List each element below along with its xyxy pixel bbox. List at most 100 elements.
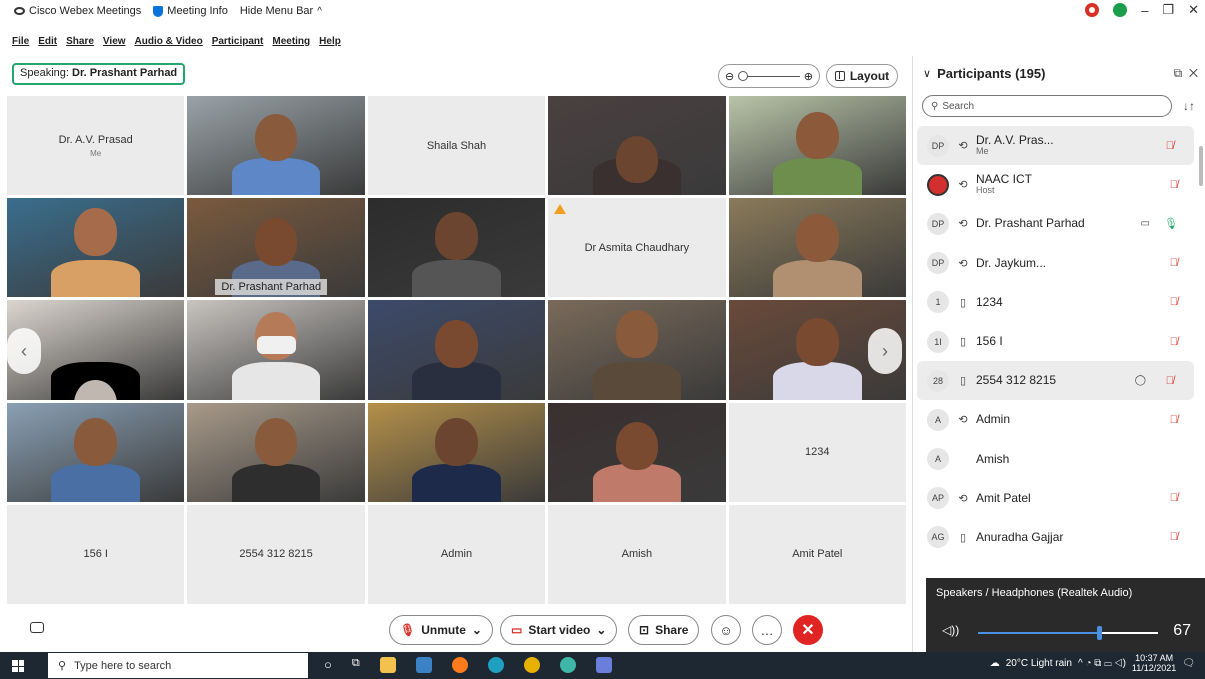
- participant-row[interactable]: 28 ▯ 2554 312 8215 ◯ 🎙̸: [917, 361, 1194, 401]
- menu-edit[interactable]: Edit: [38, 36, 57, 52]
- participant-row[interactable]: 1I ▯ 156 I 🎙̸: [913, 322, 1198, 361]
- minimize-icon[interactable]: –: [1141, 3, 1148, 18]
- unmuted-mic-icon[interactable]: 🎙: [1164, 217, 1178, 230]
- video-tile[interactable]: [728, 96, 906, 196]
- menu-file[interactable]: File: [12, 36, 29, 52]
- volume-slider[interactable]: [978, 626, 1158, 640]
- weather-text[interactable]: 20°C Light rain: [1006, 658, 1072, 669]
- panel-scrollbar[interactable]: [1199, 146, 1203, 186]
- video-tile[interactable]: [7, 198, 185, 298]
- video-tile[interactable]: Amish: [548, 504, 726, 604]
- video-tile[interactable]: [728, 198, 906, 298]
- muted-mic-icon[interactable]: 🎙̸: [1170, 492, 1178, 504]
- more-options-button[interactable]: …: [752, 615, 782, 645]
- edge-icon[interactable]: [487, 657, 504, 673]
- layout-button[interactable]: Layout: [826, 64, 898, 88]
- participant-row[interactable]: DP ⟲ Dr. Jaykum... 🎙̸: [913, 244, 1198, 283]
- tray-icons[interactable]: ^ ◔ ⧉ ▭ ◁): [1078, 658, 1126, 669]
- zoom-slider[interactable]: ⊖ ⊕: [718, 64, 820, 88]
- video-tile[interactable]: [367, 300, 546, 400]
- network-status-icon[interactable]: [1113, 3, 1128, 17]
- participant-row[interactable]: DP ⟲ Dr. Prashant Parhad ▭ 🎙: [913, 204, 1198, 243]
- participant-row[interactable]: AP ⟲ Amit Patel 🎙̸: [913, 479, 1198, 518]
- clock[interactable]: 10:37 AM 11/12/2021: [1132, 653, 1176, 674]
- menu-participant[interactable]: Participant: [212, 36, 264, 52]
- photos-icon[interactable]: [595, 657, 612, 673]
- unmute-button[interactable]: 🎙 Unmute ⌄: [389, 615, 493, 645]
- video-tile[interactable]: [7, 402, 185, 502]
- participant-row[interactable]: ⟲ NAAC ICT Host 🎙̸: [913, 165, 1198, 204]
- chevron-left-icon: ‹: [21, 340, 27, 361]
- share-button[interactable]: ⊡ Share: [628, 615, 700, 645]
- recording-icon[interactable]: [1085, 3, 1100, 17]
- participant-row[interactable]: 1 ▯ 1234 🎙̸: [913, 283, 1198, 322]
- video-tile[interactable]: [548, 402, 726, 502]
- chat-icon[interactable]: ◯: [1135, 375, 1146, 386]
- participant-row[interactable]: DP ⟲ Dr. A.V. Pras... Me 🎙̸: [917, 126, 1194, 166]
- video-tile[interactable]: Shaila Shah: [367, 96, 546, 196]
- participant-row[interactable]: A Amish: [913, 440, 1198, 479]
- zoom-in-icon[interactable]: ⊕: [804, 70, 813, 83]
- participant-row[interactable]: A ⟲ Admin 🎙̸: [913, 400, 1198, 439]
- video-tile[interactable]: 1234: [728, 402, 906, 502]
- video-tile[interactable]: [187, 402, 365, 502]
- menu-meeting[interactable]: Meeting: [272, 36, 310, 52]
- next-page-arrow[interactable]: ›: [868, 328, 902, 374]
- muted-mic-icon[interactable]: 🎙̸: [1170, 257, 1178, 269]
- reactions-button[interactable]: ☺: [711, 615, 741, 645]
- chevron-down-icon[interactable]: ⌄: [596, 623, 606, 637]
- muted-mic-icon[interactable]: 🎙̸: [1170, 336, 1178, 348]
- chrome-icon[interactable]: [523, 657, 540, 673]
- video-tile[interactable]: Dr Asmita Chaudhary: [548, 198, 726, 298]
- video-tile[interactable]: 2554 312 8215: [187, 504, 365, 604]
- previous-page-arrow[interactable]: ‹: [7, 328, 41, 374]
- start-video-button[interactable]: ▭ Start video ⌄: [500, 615, 618, 645]
- participant-search-input[interactable]: ⚲ Search: [922, 95, 1172, 117]
- cortana-icon[interactable]: ○: [324, 657, 332, 673]
- chevron-down-icon[interactable]: ∨: [923, 67, 931, 80]
- zoom-out-icon[interactable]: ⊖: [725, 70, 734, 83]
- video-tile[interactable]: Dr. Prashant Parhad: [187, 198, 365, 298]
- menu-audio-video[interactable]: Audio & Video: [135, 36, 203, 52]
- task-view-icon[interactable]: ⧉: [352, 657, 360, 673]
- video-tile[interactable]: [367, 198, 546, 298]
- hide-menu-bar-button[interactable]: Hide Menu Bar ^: [240, 5, 322, 17]
- chat-toggle-icon[interactable]: [30, 622, 44, 633]
- leave-meeting-button[interactable]: ✕: [793, 615, 823, 645]
- menu-share[interactable]: Share: [66, 36, 94, 52]
- windows-start-icon[interactable]: [12, 660, 24, 672]
- popout-close-icons[interactable]: ⧉ ✕: [1174, 66, 1198, 81]
- volume-knob[interactable]: [1096, 626, 1102, 640]
- menu-view[interactable]: View: [103, 36, 126, 52]
- close-icon[interactable]: ✕: [1188, 2, 1199, 18]
- video-tile[interactable]: 156 I: [7, 504, 185, 604]
- file-explorer-icon[interactable]: [379, 657, 396, 673]
- participant-row[interactable]: AG ▯ Anuradha Gajjar 🎙̸: [913, 518, 1198, 557]
- sort-icon[interactable]: ↓↑: [1183, 99, 1195, 113]
- muted-mic-icon[interactable]: 🎙̸: [1170, 179, 1178, 191]
- muted-mic-icon[interactable]: 🎙̸: [1166, 140, 1174, 152]
- video-tile[interactable]: Admin: [367, 504, 546, 604]
- zoom-knob[interactable]: [738, 70, 749, 81]
- taskbar-search-input[interactable]: ⚲ Type here to search: [48, 653, 308, 678]
- speaker-icon[interactable]: ◁)): [942, 623, 959, 637]
- video-tile[interactable]: Amit Patel: [728, 504, 906, 604]
- webex-taskbar-icon[interactable]: [559, 657, 576, 673]
- muted-mic-icon[interactable]: 🎙̸: [1170, 296, 1178, 308]
- muted-mic-icon[interactable]: 🎙̸: [1170, 414, 1178, 426]
- firefox-icon[interactable]: [451, 657, 468, 673]
- store-icon[interactable]: [415, 657, 432, 673]
- video-tile[interactable]: Dr. A.V. Prasad Me: [7, 96, 185, 196]
- restore-icon[interactable]: ❐: [1162, 2, 1174, 18]
- video-tile[interactable]: [548, 300, 726, 400]
- muted-mic-icon[interactable]: 🎙̸: [1170, 531, 1178, 543]
- muted-mic-icon[interactable]: 🎙̸: [1166, 375, 1174, 387]
- meeting-info-button[interactable]: Meeting Info: [153, 5, 228, 17]
- video-tile[interactable]: [187, 96, 365, 196]
- chevron-down-icon[interactable]: ⌄: [472, 623, 482, 637]
- video-tile[interactable]: [367, 402, 546, 502]
- menu-help[interactable]: Help: [319, 36, 341, 52]
- video-tile[interactable]: [548, 96, 726, 196]
- video-tile[interactable]: [187, 300, 365, 400]
- notification-icon[interactable]: 🗨: [1182, 658, 1195, 669]
